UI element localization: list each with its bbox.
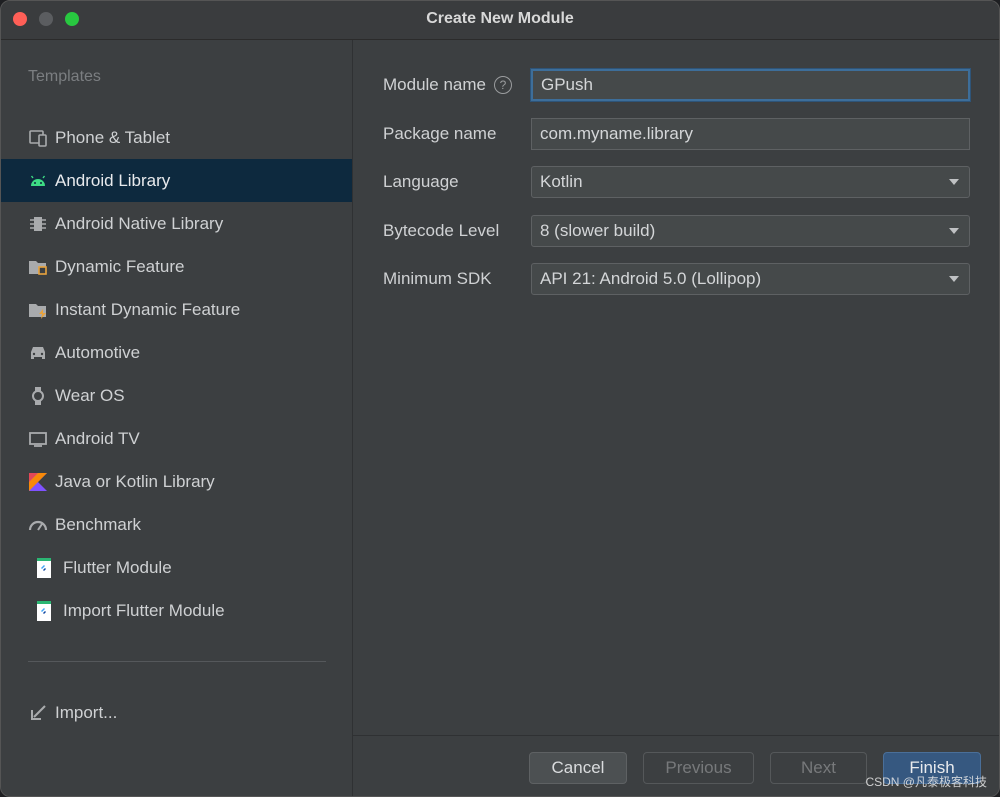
sidebar-item-label: Benchmark xyxy=(55,514,141,534)
bytecode-level-label: Bytecode Level xyxy=(383,221,500,240)
previous-button[interactable]: Previous xyxy=(643,752,754,784)
window-title: Create New Module xyxy=(426,10,574,27)
sidebar-item-label: Import Flutter Module xyxy=(63,600,225,620)
sidebar-item-label: Dynamic Feature xyxy=(55,256,185,276)
title-bar: Create New Module xyxy=(1,1,999,40)
tv-icon xyxy=(28,429,48,449)
minimum-sdk-row: Minimum SDK API 21: Android 5.0 (Lollipo… xyxy=(383,262,970,296)
package-name-row: Package name com.myname.library xyxy=(383,117,970,151)
sidebar-item-android-library[interactable]: Android Library xyxy=(1,159,352,202)
flutter-icon xyxy=(34,557,54,578)
cancel-button[interactable]: Cancel xyxy=(529,752,627,784)
templates-heading: Templates xyxy=(28,68,101,85)
sidebar-item-label: Automotive xyxy=(55,342,141,362)
language-label: Language xyxy=(383,172,459,191)
sidebar-item-android-tv[interactable]: Android TV xyxy=(1,417,352,460)
gauge-icon xyxy=(28,515,48,535)
language-select[interactable]: Kotlin xyxy=(531,166,970,198)
sidebar-item-phone-tablet[interactable]: Phone & Tablet xyxy=(1,116,352,159)
sidebar-item-label: Android TV xyxy=(55,428,140,448)
import-arrow-icon xyxy=(28,703,48,723)
import-button[interactable]: Import... xyxy=(28,701,117,725)
module-form: Module name ? GPush Package name com.myn… xyxy=(353,40,999,735)
sidebar-item-label: Android Library xyxy=(55,170,171,190)
package-name-input[interactable]: com.myname.library xyxy=(531,118,970,150)
bytecode-level-select[interactable]: 8 (slower build) xyxy=(531,215,970,247)
native-library-icon xyxy=(28,214,48,234)
help-icon[interactable]: ? xyxy=(494,76,513,94)
android-icon xyxy=(28,171,48,191)
sidebar-divider xyxy=(28,661,326,662)
minimum-sdk-value: API 21: Android 5.0 (Lollipop) xyxy=(540,269,762,288)
sidebar-item-label: Flutter Module xyxy=(63,557,172,577)
module-name-label: Module name xyxy=(383,75,487,94)
sidebar-item-wear-os[interactable]: Wear OS xyxy=(1,374,352,417)
watch-icon xyxy=(28,386,48,406)
sidebar-item-label: Instant Dynamic Feature xyxy=(55,299,241,319)
sidebar-item-android-native-library[interactable]: Android Native Library xyxy=(1,202,352,245)
flutter-icon xyxy=(34,600,54,621)
chevron-down-icon xyxy=(949,228,959,234)
chevron-down-icon xyxy=(949,179,959,185)
next-button[interactable]: Next xyxy=(770,752,867,784)
sidebar-item-label: Java or Kotlin Library xyxy=(55,471,215,491)
sidebar-item-flutter-module[interactable]: Flutter Module xyxy=(1,546,352,589)
sidebar-item-instant-dynamic-feature[interactable]: Instant Dynamic Feature xyxy=(1,288,352,331)
bytecode-level-value: 8 (slower build) xyxy=(540,221,656,240)
watermark: CSDN @凡泰极客科技 xyxy=(865,775,987,789)
instant-feature-folder-icon xyxy=(28,300,48,320)
sidebar-item-dynamic-feature[interactable]: Dynamic Feature xyxy=(1,245,352,288)
language-value: Kotlin xyxy=(540,172,583,191)
sidebar-item-java-kotlin-library[interactable]: Java or Kotlin Library xyxy=(1,460,352,503)
sidebar-item-label: Wear OS xyxy=(55,385,125,405)
dialog-window: Create New Module Templates Phone & Tabl… xyxy=(0,0,1000,797)
minimum-sdk-label: Minimum SDK xyxy=(383,269,492,288)
package-name-label: Package name xyxy=(383,124,497,143)
module-name-row: Module name ? GPush xyxy=(383,68,970,102)
minimum-sdk-select[interactable]: API 21: Android 5.0 (Lollipop) xyxy=(531,263,970,295)
chevron-down-icon xyxy=(949,276,959,282)
templates-sidebar: Templates Phone & Tablet Android Library… xyxy=(1,40,353,796)
dynamic-feature-folder-icon xyxy=(28,257,48,277)
sidebar-item-label: Android Native Library xyxy=(55,213,224,233)
sidebar-item-label: Phone & Tablet xyxy=(55,127,170,147)
bytecode-level-row: Bytecode Level 8 (slower build) xyxy=(383,214,970,248)
module-name-input[interactable]: GPush xyxy=(531,69,970,101)
sidebar-item-automotive[interactable]: Automotive xyxy=(1,331,352,374)
phone-tablet-icon xyxy=(28,128,48,148)
car-icon xyxy=(28,343,48,363)
sidebar-item-import-flutter-module[interactable]: Import Flutter Module xyxy=(1,589,352,632)
language-row: Language Kotlin xyxy=(383,165,970,199)
kotlin-icon xyxy=(28,472,48,492)
sidebar-item-benchmark[interactable]: Benchmark xyxy=(1,503,352,546)
import-label: Import... xyxy=(55,703,118,722)
